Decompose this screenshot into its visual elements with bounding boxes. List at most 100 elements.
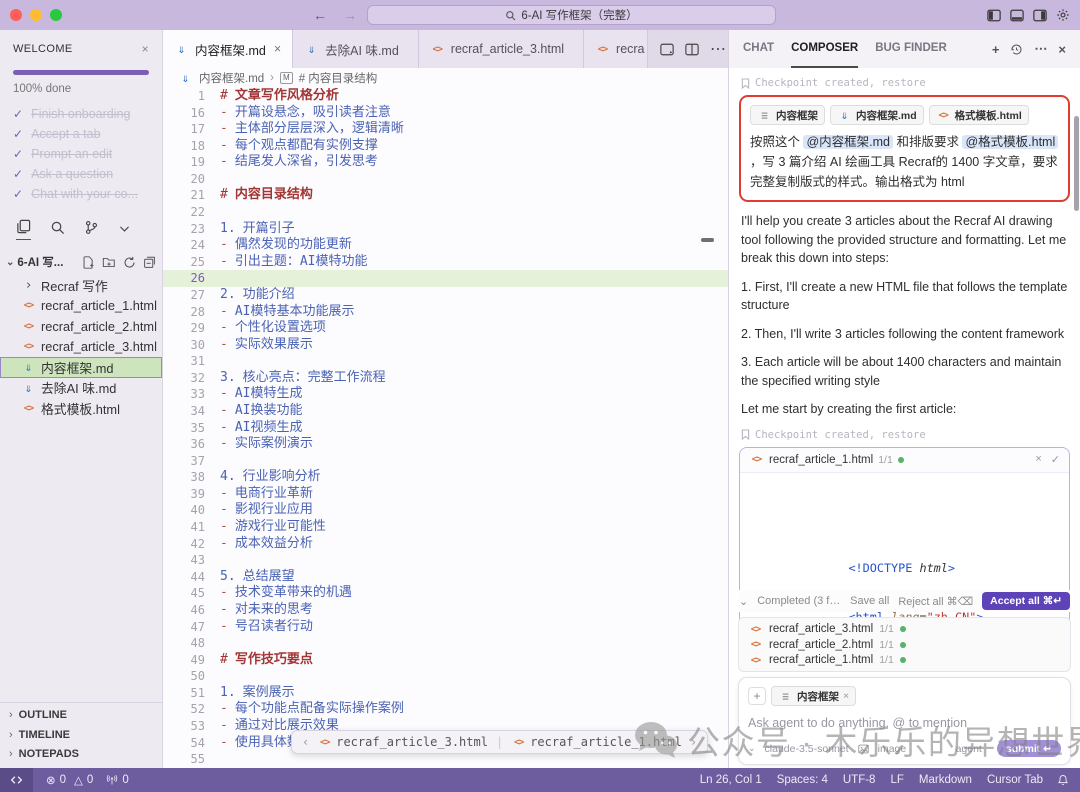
editor-line[interactable]: 27 2.功能介绍 <box>163 287 728 304</box>
add-context-button[interactable]: + <box>748 687 766 705</box>
editor-line[interactable]: 21 #内容目录结构 <box>163 187 728 204</box>
editor-line[interactable]: 17 -主体部分层层深入，逻辑清晰 <box>163 121 728 138</box>
editor-line[interactable]: 46 -对未来的思考 <box>163 602 728 619</box>
editor-line[interactable]: 28 -AI模特基本功能展示 <box>163 304 728 321</box>
toggle-left-sidebar-icon[interactable] <box>987 9 1001 22</box>
refresh-icon[interactable] <box>123 256 136 269</box>
editor-line[interactable]: 25 -引出主题：AI模特功能 <box>163 254 728 271</box>
new-folder-icon[interactable] <box>102 256 116 269</box>
panel-tab[interactable]: BUG FINDER <box>875 30 947 68</box>
editor-line[interactable]: 31 <box>163 353 728 370</box>
editor-tab[interactable]: recra <box>584 30 648 68</box>
editor-line[interactable]: 38 4.行业影响分析 <box>163 469 728 486</box>
file-tree-item[interactable]: 内容框架.md <box>0 357 162 378</box>
editor-line[interactable]: 50 <box>163 668 728 685</box>
scrollbar-thumb[interactable] <box>701 238 714 242</box>
prev-file-icon[interactable]: ‹ <box>302 735 309 749</box>
breadcrumb[interactable]: 内容框架.md › # 内容目录结构 <box>163 68 728 88</box>
split-editor-icon[interactable] <box>685 43 699 56</box>
panel-scrollbar[interactable] <box>1074 116 1079 211</box>
minimize-window-button[interactable] <box>30 9 42 21</box>
breadcrumb-file[interactable]: 内容框架.md <box>199 70 264 86</box>
checklist-item[interactable]: ✓ Finish onboarding <box>13 107 149 121</box>
chevron-down-icon[interactable] <box>118 222 131 240</box>
status-item[interactable]: LF <box>890 774 903 786</box>
file-tree-item[interactable]: 去除AI 味.md <box>0 378 162 399</box>
more-actions-icon[interactable]: ⋯ <box>710 39 726 59</box>
reject-all-button[interactable]: Reject all ⌘⌫ <box>898 595 973 608</box>
close-panel-icon[interactable]: × <box>1058 42 1066 57</box>
collapse-icon[interactable]: ⌄ <box>739 595 748 608</box>
status-item[interactable]: Ln 26, Col 1 <box>700 774 762 786</box>
toggle-right-sidebar-icon[interactable] <box>1033 9 1047 22</box>
close-window-button[interactable] <box>10 9 22 21</box>
ports-indicator[interactable]: 0 <box>106 774 128 786</box>
editor-line[interactable]: 49 #写作技巧要点 <box>163 652 728 669</box>
file-tree-item[interactable]: recraf_article_1.html <box>0 296 162 317</box>
checkpoint-row[interactable]: Checkpoint created, restore <box>741 77 1068 89</box>
status-item[interactable]: Cursor Tab <box>987 774 1043 786</box>
editor-line[interactable]: 41 -游戏行业可能性 <box>163 519 728 536</box>
editor-line[interactable]: 20 <box>163 171 728 188</box>
editor-line[interactable]: 43 <box>163 552 728 569</box>
changed-file-row[interactable]: recraf_article_2.html 1/1 <box>748 639 1061 651</box>
toggle-bottom-panel-icon[interactable] <box>1010 9 1024 22</box>
file-tree-item[interactable]: recraf_article_3.html <box>0 337 162 358</box>
close-icon[interactable]: × <box>142 42 149 56</box>
editor-tab[interactable]: 去除AI 味.md <box>293 30 419 68</box>
editor-line[interactable]: 52 -每个功能点配备实际操作案例 <box>163 701 728 718</box>
composer-input[interactable]: + 内容框架 × Ask agent to do anything, @ to … <box>738 677 1071 765</box>
problems-indicator[interactable]: ⊗0 △0 <box>46 773 93 787</box>
editor-line[interactable]: 34 -AI换装功能 <box>163 403 728 420</box>
status-item[interactable]: UTF-8 <box>843 774 876 786</box>
editor-line[interactable]: 48 <box>163 635 728 652</box>
editor-tab[interactable]: recraf_article_3.html <box>419 30 584 68</box>
submit-button[interactable]: submit ↵ <box>997 740 1061 757</box>
editor-line[interactable]: 51 1.案例展示 <box>163 685 728 702</box>
editor-line[interactable]: 36 -实际案例演示 <box>163 436 728 453</box>
reject-file-icon[interactable]: × <box>1035 453 1041 466</box>
checklist-item[interactable]: ✓ Prompt an edit <box>13 147 149 161</box>
panel-tab[interactable]: COMPOSER <box>791 30 858 68</box>
maximize-window-button[interactable] <box>50 9 62 21</box>
editor-line[interactable]: 47 -号召读者行动 <box>163 619 728 636</box>
editor-line[interactable]: 40 -影视行业应用 <box>163 502 728 519</box>
source-control-icon[interactable] <box>84 220 99 240</box>
editor-line[interactable]: 29 -个性化设置选项 <box>163 320 728 337</box>
input-placeholder[interactable]: Ask agent to do anything, @ to mention <box>748 716 1061 730</box>
save-all-button[interactable]: Save all <box>850 595 889 607</box>
back-icon[interactable]: ← <box>313 7 327 23</box>
editor-line[interactable]: 26 <box>163 270 728 287</box>
editor-line[interactable]: 23 1.开篇引子 <box>163 221 728 238</box>
model-selector[interactable]: claude-3.5-sonnet <box>765 743 849 755</box>
editor-line[interactable]: 32 3.核心亮点：完整工作流程 <box>163 370 728 387</box>
new-file-icon[interactable] <box>82 256 95 269</box>
editor-line[interactable]: 1 #文章写作风格分析 <box>163 88 728 105</box>
status-item[interactable]: Spaces: 4 <box>777 774 828 786</box>
file-tree-item[interactable]: Recraf 写作 <box>0 275 162 296</box>
file-tree-item[interactable]: recraf_article_2.html <box>0 316 162 337</box>
editor-line[interactable]: 24 -偶然发现的功能更新 <box>163 237 728 254</box>
code-card-filename[interactable]: recraf_article_1.html <box>769 454 873 466</box>
editor-line[interactable]: 30 -实际效果展示 <box>163 337 728 354</box>
status-item[interactable]: Markdown <box>919 774 972 786</box>
editor-line[interactable]: 19 -结尾发人深省，引发思考 <box>163 154 728 171</box>
sidebar-section[interactable]: › NOTEPADS <box>0 745 162 765</box>
editor-line[interactable]: 45 -技术变革带来的机遇 <box>163 585 728 602</box>
explorer-section-header[interactable]: ⌄ 6-AI 写... <box>0 246 162 272</box>
checkpoint-row[interactable]: Checkpoint created, restore <box>741 429 1068 441</box>
search-icon[interactable] <box>50 220 65 240</box>
editor-content[interactable]: 1 #文章写作风格分析 16 -开篇设悬念，吸引读者注意 17 -主体部分层层深… <box>163 88 728 768</box>
editor-line[interactable]: 35 -AI视频生成 <box>163 420 728 437</box>
accept-file-icon[interactable]: ✓ <box>1051 453 1060 466</box>
remote-indicator[interactable] <box>0 768 33 792</box>
editor-line[interactable]: 37 <box>163 453 728 470</box>
remove-chip-icon[interactable]: × <box>843 690 849 702</box>
next-file-icon[interactable]: › <box>690 735 697 749</box>
breadcrumb-section[interactable]: # 内容目录结构 <box>299 70 378 86</box>
image-icon[interactable] <box>858 744 869 754</box>
file-tree-item[interactable]: 格式模板.html <box>0 398 162 419</box>
context-chip[interactable]: 内容框架 × <box>771 686 856 706</box>
checklist-item[interactable]: ✓ Accept a tab <box>13 127 149 141</box>
sidebar-section[interactable]: › OUTLINE <box>0 706 162 726</box>
